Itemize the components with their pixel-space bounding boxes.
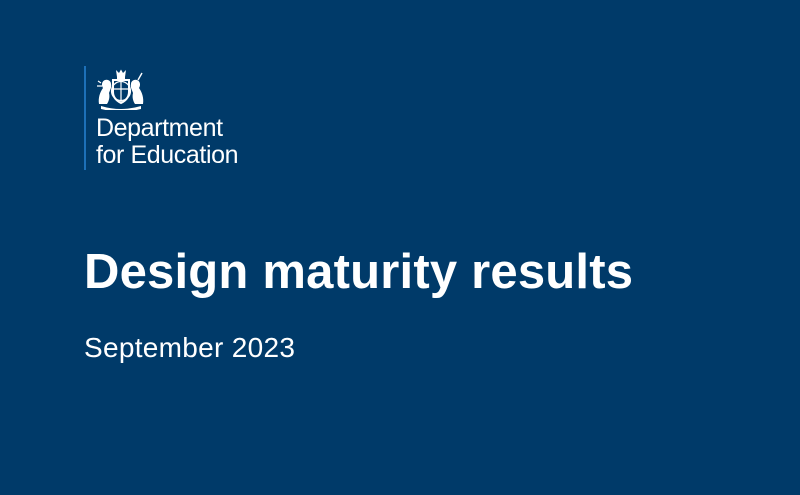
department-logo: Department for Education	[84, 66, 284, 170]
department-name-line-1: Department	[96, 114, 223, 142]
royal-coat-of-arms-icon	[97, 69, 144, 110]
department-name-line-2: for Education	[96, 141, 239, 169]
title-slide: Department for Education Design maturity…	[0, 0, 800, 495]
page-title: Design maturity results	[84, 245, 634, 299]
page-subtitle: September 2023	[84, 332, 296, 363]
department-name: Department for Education	[96, 114, 239, 169]
logo-divider	[84, 66, 86, 170]
